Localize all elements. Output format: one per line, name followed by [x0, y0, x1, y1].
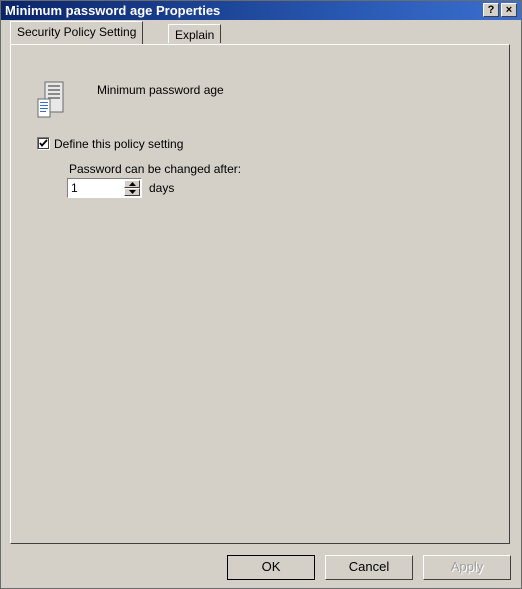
spin-up-button[interactable] [124, 180, 140, 188]
password-change-label: Password can be changed after: [69, 162, 242, 176]
close-button[interactable]: × [501, 3, 517, 17]
arrow-down-icon [129, 190, 136, 194]
properties-dialog: Minimum password age Properties ? × Secu… [0, 0, 522, 589]
title-bar[interactable]: Minimum password age Properties ? × [1, 1, 521, 20]
window-title: Minimum password age Properties [5, 3, 221, 18]
cancel-button[interactable]: Cancel [325, 555, 413, 580]
spin-down-button[interactable] [124, 188, 140, 196]
arrow-up-icon [129, 182, 136, 186]
tab-panel: Minimum password age Define this policy … [10, 44, 510, 544]
spinner-buttons [124, 180, 140, 196]
days-input[interactable]: 1 [71, 181, 78, 195]
define-policy-label[interactable]: Define this policy setting [54, 137, 183, 151]
policy-name: Minimum password age [97, 83, 224, 97]
tab-explain[interactable]: Explain [168, 24, 222, 43]
days-spinner[interactable]: 1 [67, 178, 142, 198]
help-button[interactable]: ? [483, 3, 499, 17]
days-unit-label: days [149, 181, 175, 195]
ok-button[interactable]: OK [227, 555, 315, 580]
define-policy-checkbox[interactable] [37, 137, 50, 150]
apply-button[interactable]: Apply [423, 555, 511, 580]
tab-security-policy-setting[interactable]: Security Policy Setting [10, 21, 144, 44]
server-policy-icon [37, 81, 65, 119]
